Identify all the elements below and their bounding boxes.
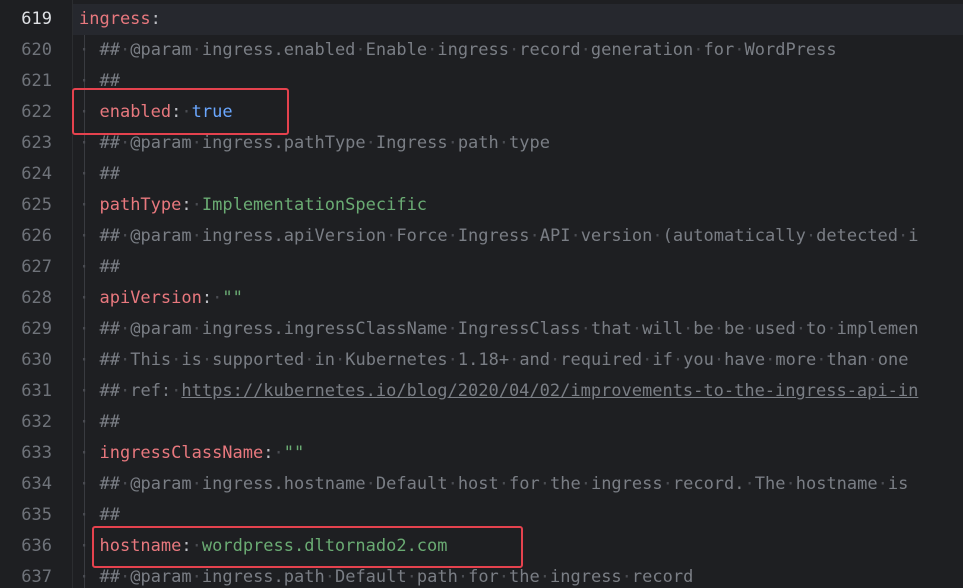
line-number[interactable]: 627 [0,252,52,283]
line-number[interactable]: 624 [0,159,52,190]
line-number[interactable]: 635 [0,500,52,531]
yaml-colon: : [150,9,161,29]
indent-whitespace: · [79,319,100,339]
code-line[interactable]: · ##·@param·ingress.enabled·Enable·ingre… [79,35,837,66]
code-line[interactable]: · ##·This·is·supported·in·Kubernetes·1.1… [79,345,908,376]
indent-whitespace: · [79,412,100,432]
yaml-colon: : [181,195,192,215]
indent-whitespace: · [79,133,100,153]
code-editor[interactable]: 619 620 621 622 623 624 625 626 627 628 629 630 631 6… [0,0,963,588]
space-marker: · [212,288,223,308]
yaml-comment: ##·@param·ingress.apiVersion·Force·Ingre… [99,226,919,246]
line-number[interactable]: 631 [0,376,52,407]
line-number[interactable]: 625 [0,190,52,221]
highlight-box-hostname [92,526,523,568]
code-line[interactable]: · ## [79,252,120,283]
line-number[interactable]: 628 [0,283,52,314]
code-line[interactable]: · ##·@param·ingress.hostname·Default·hos… [79,469,908,500]
line-number-gutter[interactable]: 619 620 621 622 623 624 625 626 627 628 629 630 631 6… [0,0,72,588]
yaml-value: "" [222,288,243,308]
yaml-comment: ##·This·is·supported·in·Kubernetes·1.18+… [99,350,909,370]
indent-whitespace: · [79,567,100,587]
yaml-key: ingress [79,9,151,29]
line-number[interactable]: 623 [0,128,52,159]
yaml-comment: ## [99,164,120,184]
yaml-comment: ##·@param·ingress.enabled·Enable·ingress… [99,40,837,60]
yaml-comment: ##·@param·ingress.path·Default·path·for·… [99,567,694,587]
line-number[interactable]: 626 [0,221,52,252]
code-line[interactable]: · pathType:·ImplementationSpecific [79,190,427,221]
indent-whitespace: · [79,288,100,308]
line-number[interactable]: 637 [0,562,52,588]
code-line[interactable]: · ## [79,159,120,190]
line-number[interactable]: 630 [0,345,52,376]
comment-link: https://kubernetes.io/blog/2020/04/02/im… [181,381,919,401]
highlight-box-enabled [72,88,289,135]
space-marker: · [191,195,202,215]
line-number[interactable]: 634 [0,469,52,500]
indent-whitespace: · [79,195,100,215]
space-marker: · [273,443,284,463]
code-line[interactable]: · apiVersion:·"" [79,283,243,314]
indent-whitespace: · [79,164,100,184]
yaml-key: ingressClassName [99,443,264,463]
indent-whitespace: · [79,40,100,60]
current-line-highlight [73,4,963,35]
code-line[interactable]: · ##·ref:·https://kubernetes.io/blog/202… [79,376,918,407]
indent-whitespace: · [79,505,100,525]
yaml-comment: ##·@param·ingress.pathType·Ingress·path·… [99,133,550,153]
yaml-comment: ## [99,505,120,525]
indent-whitespace: · [79,226,100,246]
yaml-key: apiVersion [99,288,202,308]
line-number[interactable]: 629 [0,314,52,345]
yaml-comment: ##·@param·ingress.ingressClassName·Ingre… [99,319,919,339]
yaml-value: ImplementationSpecific [201,195,428,215]
yaml-value: "" [283,443,305,463]
line-number[interactable]: 620 [0,35,52,66]
yaml-comment: ##·@param·ingress.hostname·Default·host·… [99,474,909,494]
code-line[interactable]: ingress: [79,4,161,35]
yaml-comment: ## [99,257,120,277]
indent-whitespace: · [79,381,100,401]
line-number[interactable]: 636 [0,531,52,562]
code-line[interactable]: · ##·@param·ingress.apiVersion·Force·Ing… [79,221,919,252]
indent-whitespace: · [79,350,100,370]
line-number[interactable]: 619 [0,4,52,35]
yaml-key: pathType [99,195,182,215]
indent-whitespace: · [79,474,100,494]
yaml-colon: : [201,288,213,308]
yaml-comment: ##·ref:· [99,381,182,401]
line-number[interactable]: 632 [0,407,52,438]
code-line[interactable]: · ##·@param·ingress.ingressClassName·Ing… [79,314,919,345]
line-number[interactable]: 621 [0,66,52,97]
code-line[interactable]: · ingressClassName:·"" [79,438,304,469]
indent-whitespace: · [79,257,100,277]
yaml-colon: : [263,443,274,463]
code-line[interactable]: · ## [79,407,120,438]
line-number[interactable]: 633 [0,438,52,469]
yaml-comment: ## [99,412,120,432]
line-number[interactable]: 622 [0,97,52,128]
indent-whitespace: · [79,443,100,463]
